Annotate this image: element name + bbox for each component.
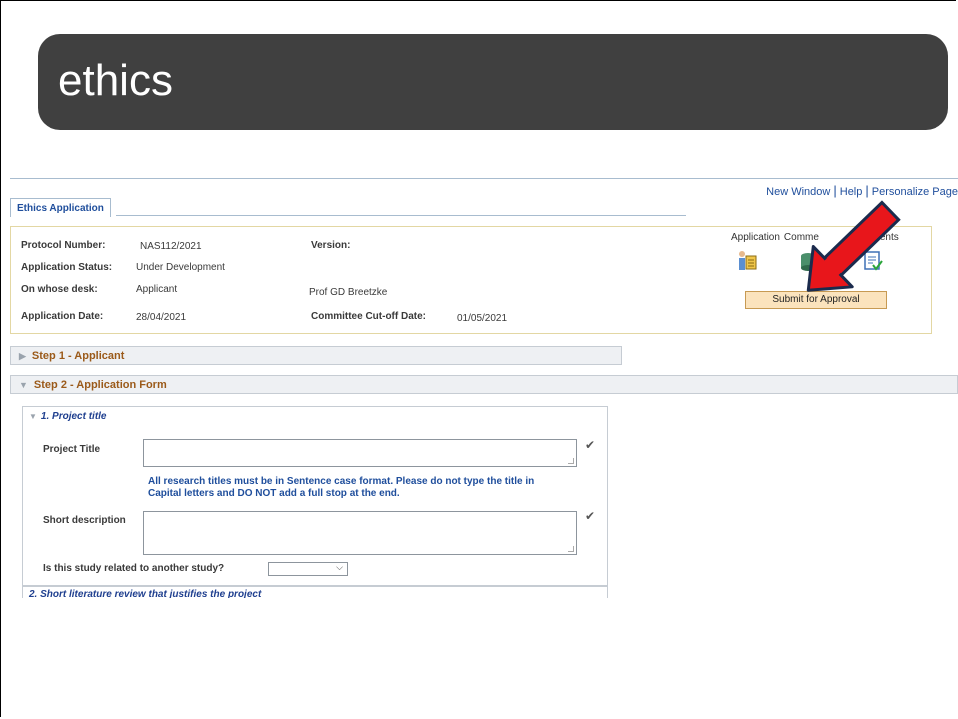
red-arrow-annotation	[806, 200, 901, 292]
